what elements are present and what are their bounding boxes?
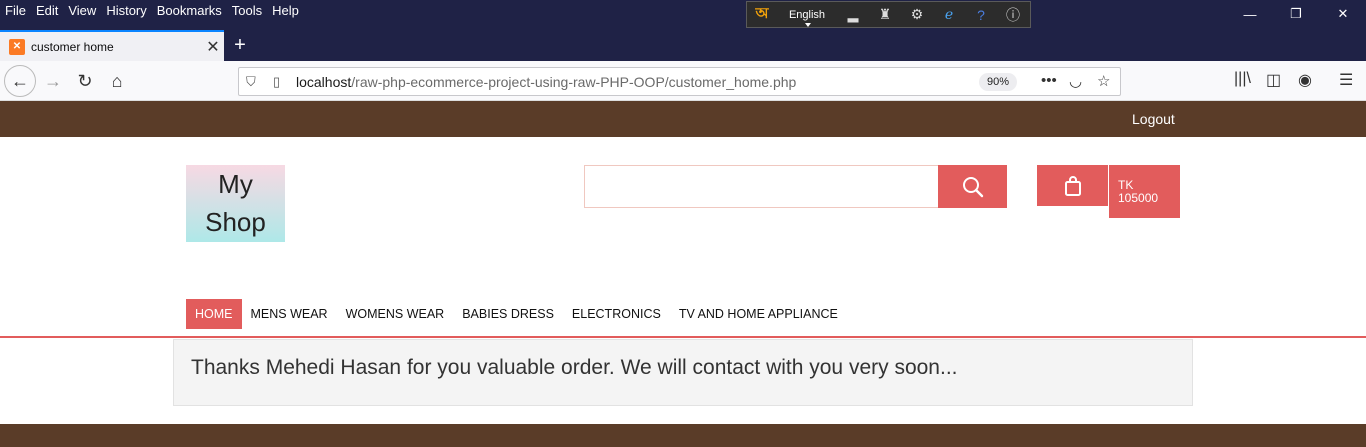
menu-file[interactable]: File: [0, 3, 31, 19]
address-bar[interactable]: ⛉ ▯ localhost/raw-php-ecommerce-project-…: [238, 67, 1121, 96]
nav-babies-dress[interactable]: BABIES DRESS: [453, 299, 563, 329]
url-path: /raw-php-ecommerce-project-using-raw-PHP…: [351, 74, 797, 90]
cart-total[interactable]: TK 105000: [1109, 165, 1180, 218]
nav-bar: ← → ↻ ⌂ ⛉ ▯ localhost/raw-php-ecommerce-…: [0, 61, 1366, 101]
back-arrow-icon[interactable]: ←: [4, 65, 36, 97]
menu-view[interactable]: View: [63, 3, 101, 19]
menu-bar: File Edit View History Bookmarks Tools H…: [0, 0, 1366, 28]
menu-help[interactable]: Help: [267, 3, 304, 19]
menu-list: File Edit View History Bookmarks Tools H…: [0, 3, 304, 19]
menu-history[interactable]: History: [101, 3, 151, 19]
logout-link[interactable]: Logout: [1132, 111, 1175, 127]
shield-icon[interactable]: ⛉: [246, 74, 256, 90]
nav-tv-home-appliance[interactable]: TV AND HOME APPLIANCE: [670, 299, 847, 329]
bookmark-star-icon[interactable]: ☆: [1097, 72, 1110, 90]
site-top-bar: Logout: [0, 101, 1366, 137]
zoom-badge[interactable]: 90%: [979, 73, 1017, 91]
close-window-icon[interactable]: ✕: [1320, 0, 1366, 28]
search-input[interactable]: [584, 165, 938, 208]
nav-divider: [0, 336, 1366, 338]
library-icon[interactable]: |||\: [1234, 70, 1251, 88]
sidebar-icon[interactable]: ◫: [1266, 70, 1281, 90]
search-icon: [962, 176, 983, 197]
hamburger-menu-icon[interactable]: ☰: [1339, 70, 1353, 90]
browser-e-icon[interactable]: e: [933, 1, 965, 28]
account-icon[interactable]: ◉: [1298, 70, 1312, 90]
logo-line-1: My: [218, 169, 253, 199]
site-footer: [0, 424, 1366, 447]
nav-electronics[interactable]: ELECTRONICS: [563, 299, 670, 329]
search-button[interactable]: [938, 165, 1007, 208]
menu-edit[interactable]: Edit: [31, 3, 63, 19]
settings-gear-icon[interactable]: ⚙: [901, 1, 933, 28]
tab-strip: ✕ customer home ✕ +: [0, 28, 1366, 61]
shopping-bag-icon: [1064, 175, 1081, 196]
help-icon[interactable]: ?: [965, 1, 997, 28]
language-selector[interactable]: English: [777, 9, 837, 27]
more-actions-icon[interactable]: •••: [1041, 72, 1057, 89]
restore-icon[interactable]: ❐: [1273, 0, 1319, 28]
close-tab-icon[interactable]: ✕: [202, 37, 224, 57]
order-confirmation-message: Thanks Mehedi Hasan for you valuable ord…: [173, 339, 1193, 406]
reload-icon[interactable]: ↻: [70, 66, 100, 96]
url-text[interactable]: localhost/raw-php-ecommerce-project-usin…: [296, 74, 796, 90]
pocket-icon[interactable]: ◡: [1069, 72, 1082, 90]
menu-tools[interactable]: Tools: [227, 3, 267, 19]
keyboard-icon[interactable]: ▂: [837, 1, 869, 28]
minimize-icon[interactable]: —: [1227, 0, 1273, 28]
url-host: localhost: [296, 74, 352, 90]
language-toolbar: অ English ▂ ♜ ⚙ e ? ⓘ: [746, 1, 1031, 28]
xampp-favicon-icon: ✕: [9, 38, 25, 55]
cart-amount: 105000: [1118, 191, 1159, 205]
new-tab-icon[interactable]: +: [228, 34, 252, 58]
avro-logo-icon[interactable]: অ: [747, 2, 777, 27]
tab-title: customer home: [31, 39, 114, 54]
nav-womens-wear[interactable]: WOMENS WEAR: [337, 299, 454, 329]
site-logo[interactable]: My Shop: [186, 165, 285, 242]
main-nav: HOME MENS WEAR WOMENS WEAR BABIES DRESS …: [186, 299, 847, 329]
font-icon[interactable]: ♜: [869, 1, 901, 28]
forward-arrow-icon[interactable]: →: [38, 66, 68, 96]
menu-bookmarks[interactable]: Bookmarks: [152, 3, 227, 19]
nav-mens-wear[interactable]: MENS WEAR: [242, 299, 337, 329]
cart-button[interactable]: [1037, 165, 1108, 206]
home-icon[interactable]: ⌂: [102, 66, 132, 96]
page-info-icon[interactable]: ▯: [273, 74, 280, 90]
info-icon[interactable]: ⓘ: [997, 1, 1029, 28]
nav-home[interactable]: HOME: [186, 299, 242, 329]
tab-customer-home[interactable]: ✕ customer home ✕: [0, 30, 224, 61]
logo-line-2: Shop: [205, 207, 266, 237]
